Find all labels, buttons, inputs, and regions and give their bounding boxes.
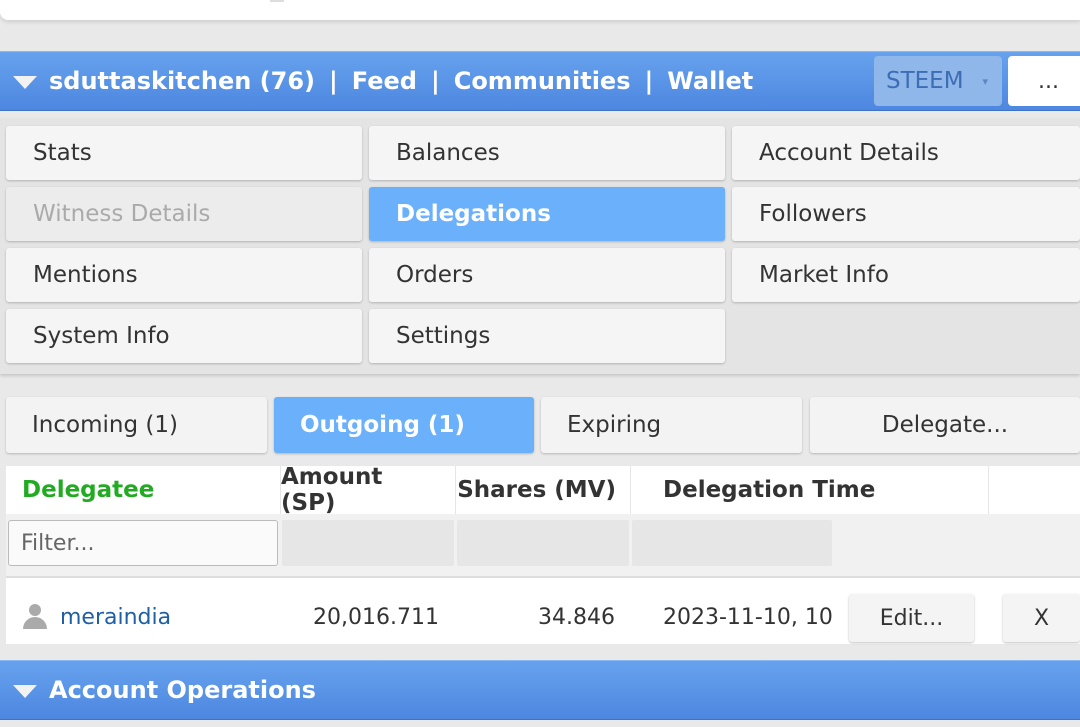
- wallet-menu: Stats Balances Account Details Witness D…: [0, 118, 1080, 374]
- menu-stats[interactable]: Stats: [6, 126, 362, 180]
- account-operations-title: Account Operations: [49, 676, 316, 704]
- feed-link[interactable]: Feed: [352, 67, 417, 95]
- chain-select-value: STEEM: [886, 68, 964, 94]
- delegation-time-cell: 2023-11-10, 10:: [663, 604, 833, 630]
- delegate-button[interactable]: Delegate...: [810, 397, 1080, 453]
- delegation-tabs: Incoming (1) Outgoing (1) Expiring Deleg…: [0, 397, 1080, 453]
- tab-outgoing[interactable]: Outgoing (1): [274, 397, 534, 453]
- menu-mentions[interactable]: Mentions: [6, 248, 362, 302]
- delegatee-cell: meraindia: [6, 590, 281, 644]
- chevron-down-icon: ▾: [982, 74, 988, 88]
- table-row: meraindia 20,016.711 34.846 2023-11-10, …: [6, 590, 1080, 644]
- separator: |: [644, 67, 654, 95]
- column-header-actions: [989, 466, 1080, 514]
- previous-card: [0, 0, 1080, 20]
- menu-orders[interactable]: Orders: [369, 248, 725, 302]
- wallet-link[interactable]: Wallet: [667, 67, 753, 95]
- menu-followers[interactable]: Followers: [732, 187, 1080, 241]
- amount-filter-cell: [282, 520, 454, 566]
- menu-balances[interactable]: Balances: [369, 126, 725, 180]
- separator: |: [430, 67, 440, 95]
- tab-expiring[interactable]: Expiring: [541, 397, 802, 453]
- menu-system-info[interactable]: System Info: [6, 309, 362, 363]
- user-icon: [22, 604, 48, 630]
- delegatee-link[interactable]: meraindia: [60, 605, 171, 630]
- column-header-shares[interactable]: Shares (MV): [456, 466, 631, 514]
- shares-cell: 34.846: [538, 604, 615, 630]
- card-seam: [270, 0, 284, 2]
- delegatee-filter-input[interactable]: [8, 520, 278, 566]
- menu-account-details[interactable]: Account Details: [732, 126, 1080, 180]
- menu-settings[interactable]: Settings: [369, 309, 725, 363]
- filter-row: [6, 514, 1080, 578]
- account-operations-header[interactable]: Account Operations: [0, 660, 1080, 720]
- remove-delegation-button[interactable]: X: [1003, 594, 1080, 642]
- communities-link[interactable]: Communities: [454, 67, 631, 95]
- collapse-triangle-icon[interactable]: [13, 76, 37, 89]
- account-header: sduttaskitchen (76) | Feed | Communities…: [0, 51, 1080, 111]
- amount-cell: 20,016.711: [313, 604, 439, 630]
- tab-incoming[interactable]: Incoming (1): [6, 397, 267, 453]
- collapse-triangle-icon: [13, 685, 37, 698]
- shares-filter-cell: [457, 520, 629, 566]
- separator: |: [329, 67, 338, 95]
- menu-delegations[interactable]: Delegations: [369, 187, 725, 241]
- column-header-amount[interactable]: Amount (SP): [281, 464, 456, 516]
- column-header-delegation-time[interactable]: Delegation Time: [631, 466, 989, 514]
- column-header-delegatee[interactable]: Delegatee: [6, 466, 281, 514]
- more-button[interactable]: ...: [1008, 56, 1080, 106]
- delegations-table: Delegatee Amount (SP) Shares (MV) Delega…: [6, 464, 1080, 644]
- menu-witness-details: Witness Details: [6, 187, 362, 241]
- chain-select[interactable]: STEEM ▾: [874, 56, 1002, 106]
- menu-market-info[interactable]: Market Info: [732, 248, 1080, 302]
- account-name[interactable]: sduttaskitchen (76): [49, 67, 315, 95]
- edit-delegation-button[interactable]: Edit...: [849, 594, 974, 642]
- time-filter-cell: [632, 520, 832, 566]
